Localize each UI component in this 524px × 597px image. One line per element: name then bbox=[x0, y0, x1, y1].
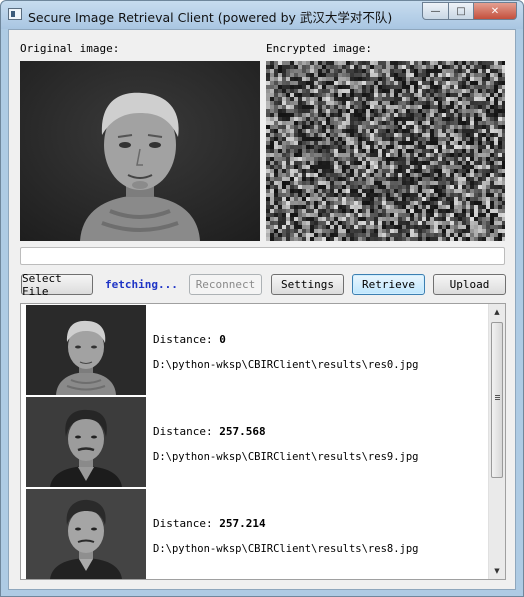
window-title: Secure Image Retrieval Client (powered b… bbox=[28, 10, 393, 25]
result-path: D:\python-wksp\CBIRClient\results\res8.j… bbox=[153, 543, 419, 555]
reconnect-button[interactable]: Reconnect bbox=[189, 274, 262, 295]
original-image bbox=[20, 61, 260, 241]
maximize-button[interactable]: □ bbox=[448, 2, 474, 20]
result-distance: Distance: 257.568 bbox=[153, 425, 266, 438]
distance-value: 0 bbox=[219, 333, 226, 346]
progress-bar bbox=[20, 247, 505, 265]
distance-value: 257.568 bbox=[219, 425, 266, 438]
result-distance: Distance: 257.214 bbox=[153, 517, 266, 530]
select-file-button[interactable]: Select File bbox=[21, 272, 93, 298]
scroll-thumb[interactable] bbox=[491, 322, 503, 478]
result-row[interactable]: Distance: 257.568 D:\python-wksp\CBIRCli… bbox=[26, 397, 488, 487]
result-thumbnail bbox=[26, 397, 146, 487]
encrypted-image-label: Encrypted image: bbox=[266, 42, 372, 55]
minimize-icon: — bbox=[430, 5, 441, 17]
client-area: Original image: Encrypted image: Select … bbox=[8, 29, 516, 590]
result-thumbnail bbox=[26, 305, 146, 395]
close-button[interactable]: ✕ bbox=[473, 2, 517, 20]
original-image-label: Original image: bbox=[20, 42, 120, 55]
settings-button[interactable]: Settings bbox=[271, 274, 344, 295]
close-icon: ✕ bbox=[490, 5, 500, 17]
minimize-button[interactable]: — bbox=[422, 2, 449, 20]
result-row[interactable]: Distance: 0 D:\python-wksp\CBIRClient\re… bbox=[26, 305, 488, 395]
result-path: D:\python-wksp\CBIRClient\results\res9.j… bbox=[153, 451, 419, 463]
grip-icon bbox=[495, 395, 500, 396]
result-row[interactable]: Distance: 257.214 D:\python-wksp\CBIRCli… bbox=[26, 489, 488, 579]
results-scrollbar[interactable]: ▲ ▼ bbox=[488, 304, 505, 579]
retrieve-button[interactable]: Retrieve bbox=[352, 274, 425, 295]
maximize-icon: □ bbox=[456, 5, 466, 17]
result-path: D:\python-wksp\CBIRClient\results\res0.j… bbox=[153, 359, 419, 371]
result-thumbnail bbox=[26, 489, 146, 579]
status-text: fetching... bbox=[105, 278, 178, 291]
app-window: Secure Image Retrieval Client (powered b… bbox=[0, 0, 524, 597]
distance-label: Distance: bbox=[153, 425, 213, 438]
app-icon bbox=[8, 8, 22, 20]
title-bar[interactable]: Secure Image Retrieval Client (powered b… bbox=[1, 1, 523, 29]
results-list[interactable]: Distance: 0 D:\python-wksp\CBIRClient\re… bbox=[20, 303, 506, 580]
distance-label: Distance: bbox=[153, 517, 213, 530]
scroll-down-icon[interactable]: ▼ bbox=[489, 563, 505, 579]
scroll-up-icon[interactable]: ▲ bbox=[489, 304, 505, 320]
distance-value: 257.214 bbox=[219, 517, 266, 530]
upload-button[interactable]: Upload bbox=[433, 274, 506, 295]
window-controls: — □ ✕ bbox=[422, 2, 517, 20]
result-distance: Distance: 0 bbox=[153, 333, 226, 346]
encrypted-image bbox=[266, 61, 505, 241]
distance-label: Distance: bbox=[153, 333, 213, 346]
